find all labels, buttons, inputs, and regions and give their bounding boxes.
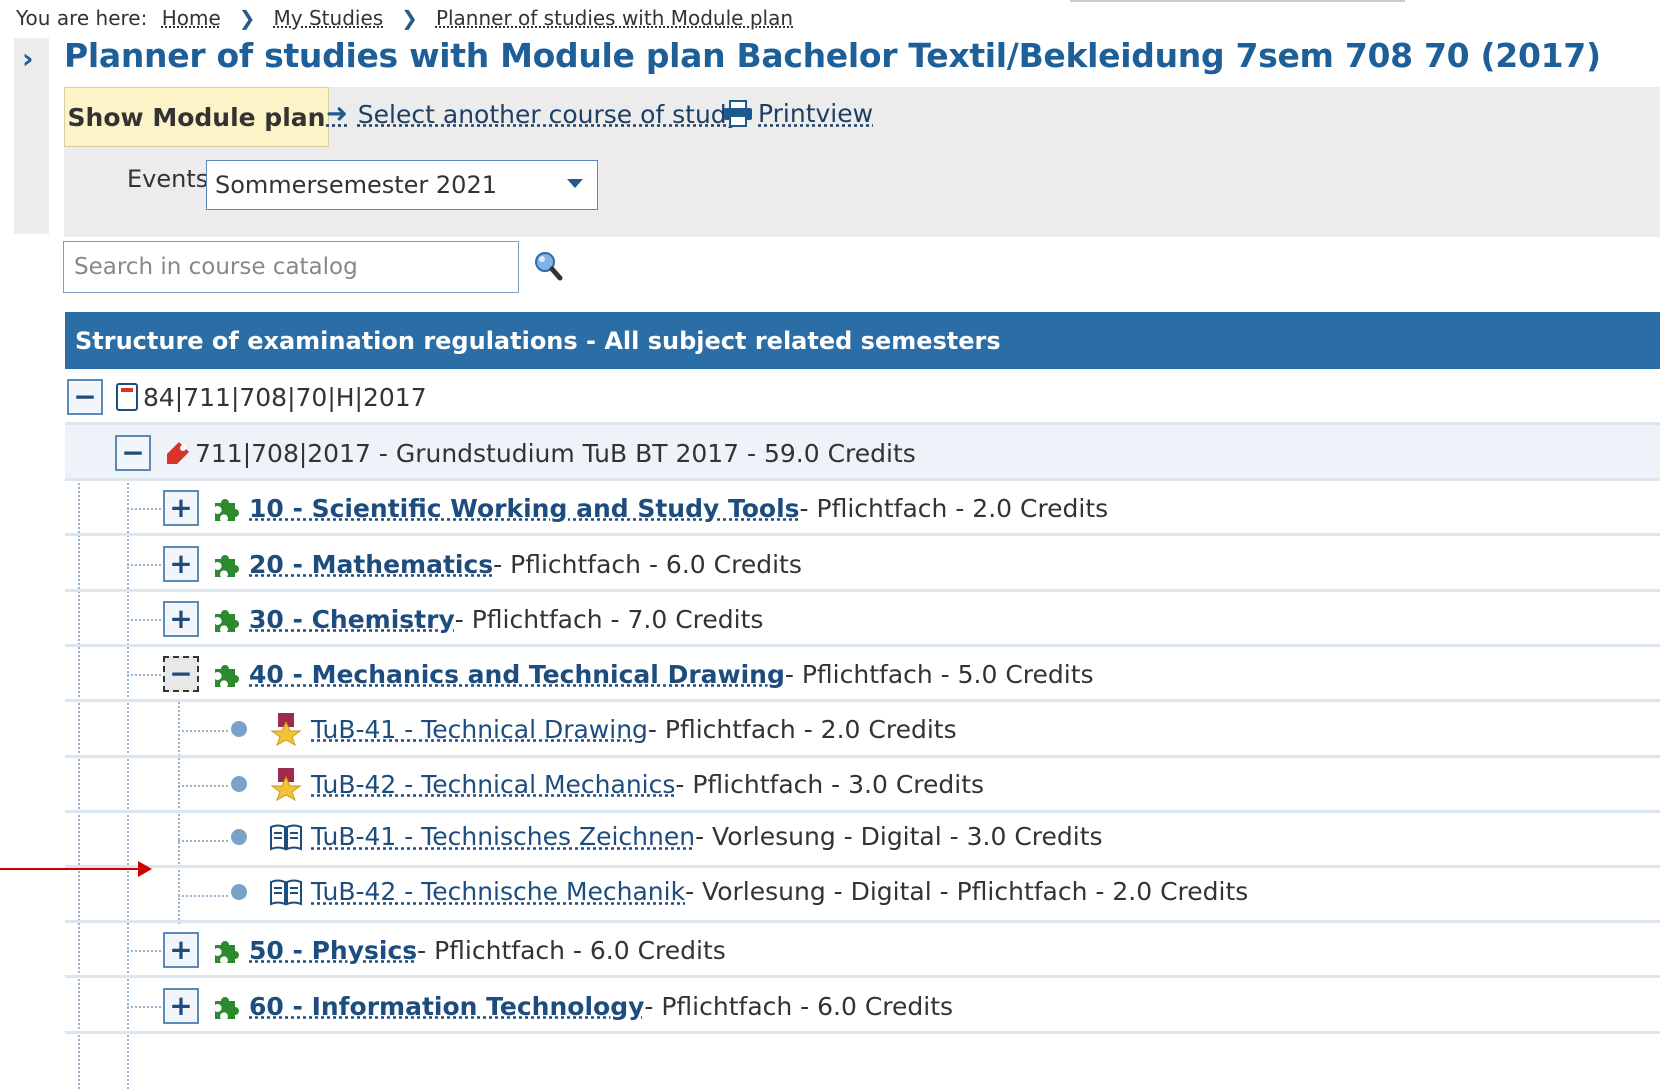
toolbar: Show Module plan ➜ Select another course… [64,87,1660,237]
module-link[interactable]: 20 - Mathematics [249,550,493,579]
tree-guide-line [178,730,228,732]
puzzle-piece-icon [215,941,239,963]
bullet-icon [231,721,247,737]
puzzle-piece-icon [215,555,239,577]
course-link[interactable]: TuB-42 - Technische Mechanik [311,877,685,906]
module-details: - Pflichtfach - 7.0 Credits [454,604,764,634]
module-details: - Pflichtfach - 2.0 Credits [799,493,1109,523]
breadcrumb: You are here: Home ❯ My Studies ❯ Planner of… [16,4,793,32]
expand-panel-icon[interactable]: › [22,42,34,75]
top-input-edge [1070,0,1405,2]
tree-row: TuB-42 - Technische Mechanik - Vorlesung… [65,867,1660,923]
printview-label: Printview [758,99,874,128]
tree-row: − 711|708|2017 - Grundstudium TuB BT 201… [65,425,1660,481]
tree-guide-line [127,564,161,566]
course-details: - Pflichtfach - 2.0 Credits [647,714,957,744]
search-icon[interactable] [533,250,565,282]
module-link[interactable]: 10 - Scientific Working and Study Tools [249,494,800,523]
tree-row: + 50 - Physics - Pflichtfach - 6.0 Credi… [65,922,1660,978]
tree-guide-line [178,895,228,897]
tree-guide-line [127,1006,161,1008]
search-input[interactable]: Search in course catalog [63,241,519,293]
expand-toggle[interactable]: + [163,932,199,968]
module-details: - Pflichtfach - 6.0 Credits [417,935,726,965]
tree-row: + 20 - Mathematics - Pflichtfach - 6.0 C… [65,536,1660,592]
bullet-icon [231,828,247,845]
breadcrumb-my-studies[interactable]: My Studies [274,6,384,30]
show-module-plan-button[interactable]: Show Module plan [64,87,329,147]
open-book-icon [270,824,302,851]
breadcrumb-prefix: You are here: [16,6,148,30]
printview-link[interactable]: Printview [722,99,873,128]
breadcrumb-home[interactable]: Home [162,6,221,30]
chevron-right-icon: ❯ [238,6,256,30]
tree-row: + 10 - Scientific Working and Study Tool… [65,480,1660,536]
course-link[interactable]: TuB-41 - Technical Drawing [311,715,648,744]
tree-row: + 30 - Chemistry - Pflichtfach - 7.0 Cre… [65,591,1660,647]
expand-toggle[interactable]: + [163,546,199,582]
expand-toggle[interactable]: + [163,490,199,526]
tree-row: TuB-41 - Technisches Zeichnen - Vorlesun… [65,812,1660,868]
bullet-icon [231,776,247,792]
events-label: Events [127,165,209,193]
tree-guide-line [127,619,161,621]
breadcrumb-planner[interactable]: Planner of studies with Module plan [436,6,793,30]
document-icon [116,383,138,411]
course-link[interactable]: TuB-42 - Technical Mechanics [311,770,675,799]
award-star-icon [270,713,302,746]
collapse-toggle[interactable]: − [163,656,199,692]
tree-guide-line [127,674,161,676]
tree-guide-line [178,785,228,787]
tree-row: TuB-42 - Technical Mechanics - Pflichtfa… [65,757,1660,813]
puzzle-piece-icon [215,997,239,1019]
course-link[interactable]: TuB-41 - Technisches Zeichnen [311,822,695,851]
chevron-right-icon: ❯ [401,6,418,30]
module-link[interactable]: 30 - Chemistry [249,605,455,634]
annotation-arrow [0,861,152,877]
tree-guide-line [127,950,161,952]
module-link[interactable]: 40 - Mechanics and Technical Drawing [249,660,785,689]
module-details: - Pflichtfach - 5.0 Credits [784,659,1094,689]
tree-guide-line [178,840,228,842]
tree-row: TuB-41 - Technical Drawing - Pflichtfach… [65,702,1660,758]
tag-icon [167,442,189,464]
arrow-right-icon: ➜ [326,99,348,129]
collapse-toggle[interactable]: − [67,379,103,415]
tree-row: − 84|711|708|70|H|2017 [65,369,1660,425]
select-course-link[interactable]: ➜ Select another course of study [326,99,741,129]
tree-row-title: 84|711|708|70|H|2017 [143,382,427,412]
tree-row-title: 711|708|2017 - Grundstudium TuB BT 2017 … [195,438,916,468]
collapse-toggle[interactable]: − [115,435,151,471]
module-link[interactable]: 60 - Information Technology [249,992,644,1021]
tree-row: − 40 - Mechanics and Technical Drawing -… [65,646,1660,702]
bullet-icon [231,883,247,900]
course-details: - Pflichtfach - 3.0 Credits [675,769,985,799]
puzzle-piece-icon [215,499,239,521]
events-select-value: Sommersemester 2021 [215,171,497,199]
puzzle-piece-icon [215,665,239,687]
tree-row: + 60 - Information Technology - Pflichtf… [65,978,1660,1034]
tree-guide-line [127,508,161,510]
module-details: - Pflichtfach - 6.0 Credits [493,549,802,579]
puzzle-piece-icon [215,610,239,632]
page-title: Planner of studies with Module plan Bach… [64,36,1601,75]
expand-toggle[interactable]: + [163,988,199,1024]
module-link[interactable]: 50 - Physics [249,936,417,965]
course-details: - Vorlesung - Digital - 3.0 Credits [695,822,1103,851]
course-details: - Vorlesung - Digital - Pflichtfach - 2.… [685,877,1249,906]
tree-header: Structure of examination regulations - A… [65,312,1660,369]
select-course-label: Select another course of study [357,99,742,129]
printer-icon [724,99,752,127]
events-select[interactable]: Sommersemester 2021 [206,160,598,210]
award-star-icon [270,768,302,801]
module-details: - Pflichtfach - 6.0 Credits [644,991,954,1021]
expand-toggle[interactable]: + [163,601,199,637]
open-book-icon [270,879,302,906]
chevron-down-icon [567,179,583,188]
